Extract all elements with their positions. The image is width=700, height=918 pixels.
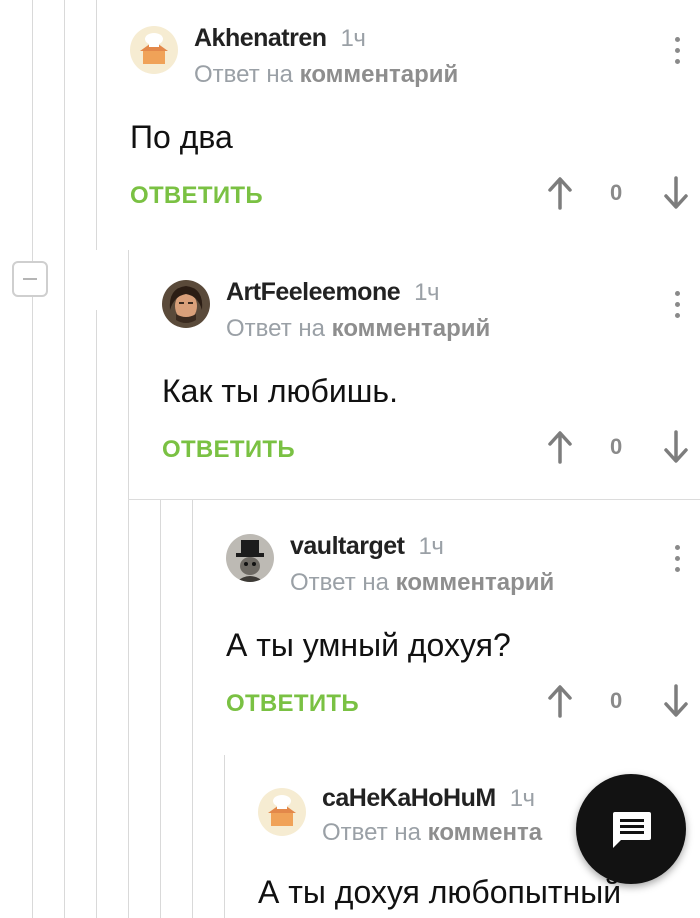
comment: Akhenatren 1ч Ответ на комментарий По два… — [130, 24, 700, 226]
vote-down-icon[interactable] — [663, 684, 689, 718]
reply-prefix: Ответ на — [322, 819, 421, 846]
author-name[interactable]: vaultarget — [290, 532, 405, 560]
reply-button[interactable]: ОТВЕТИТЬ — [226, 690, 359, 718]
avatar[interactable] — [226, 534, 274, 582]
more-menu-icon[interactable] — [670, 288, 684, 324]
comment-icon — [613, 812, 651, 848]
author-name[interactable]: caHeKaHoHuM — [322, 788, 496, 812]
reply-meta: Ответ на комментарий — [290, 569, 554, 597]
reply-button[interactable]: ОТВЕТИТЬ — [130, 182, 263, 210]
reply-meta: Ответ на коммента — [322, 819, 542, 847]
comment-time: 1ч — [509, 788, 535, 812]
vote-up-icon[interactable] — [547, 176, 573, 210]
reply-prefix: Ответ на — [226, 315, 325, 342]
comment-text: А ты умный дохуя? — [226, 627, 511, 663]
comment: vaultarget 1ч Ответ на комментарий А ты у… — [226, 532, 700, 734]
comment-actions: ОТВЕТИТЬ 0 — [226, 684, 700, 724]
vote-count: 0 — [610, 688, 623, 713]
comment-actions: ОТВЕТИТЬ 0 — [162, 430, 700, 470]
comment-time: 1ч — [418, 533, 444, 560]
thread-line — [96, 310, 97, 918]
minus-icon — [23, 278, 37, 280]
thread-line — [224, 755, 225, 918]
avatar[interactable] — [162, 280, 210, 328]
author-name[interactable]: Akhenatren — [194, 24, 327, 52]
top-hat-avatar-icon — [226, 534, 274, 582]
vote-down-icon[interactable] — [663, 430, 689, 464]
comment: ArtFeeleemone 1ч Ответ на комментарий Как… — [162, 278, 700, 480]
comment-divider — [128, 499, 700, 500]
reply-meta: Ответ на комментарий — [226, 315, 490, 343]
reply-button[interactable]: ОТВЕТИТЬ — [162, 436, 295, 464]
comment-actions: ОТВЕТИТЬ 0 — [130, 176, 700, 216]
reply-prefix: Ответ на — [290, 569, 389, 596]
reply-target-link[interactable]: комментарий — [332, 315, 491, 342]
thread-line — [160, 500, 161, 918]
more-menu-icon[interactable] — [670, 34, 684, 70]
reply-target-link[interactable]: комментарий — [396, 569, 555, 596]
comment-author[interactable]: ArtFeeleemone 1ч — [226, 278, 439, 307]
collapse-thread-button[interactable] — [12, 261, 48, 297]
comment-author[interactable]: vaultarget 1ч — [290, 532, 444, 561]
comment-time: 1ч — [414, 279, 439, 306]
vote-count: 0 — [610, 434, 623, 459]
reply-target-link[interactable]: коммента — [428, 819, 543, 846]
new-comment-button[interactable] — [576, 774, 686, 884]
comment-text: А ты дохуя любопытный — [258, 874, 622, 910]
comment-author[interactable]: caHeKaHoHuM 1ч — [322, 788, 535, 813]
house-chef-avatar-icon — [258, 788, 306, 836]
reply-target-link[interactable]: комментарий — [300, 61, 459, 88]
reply-meta: Ответ на комментарий — [194, 61, 458, 89]
comment-author[interactable]: Akhenatren 1ч — [194, 24, 366, 53]
avatar[interactable] — [130, 26, 178, 74]
thread-line — [128, 250, 129, 918]
man-portrait-avatar-icon — [162, 280, 210, 328]
thread-line — [96, 0, 97, 250]
vote-down-icon[interactable] — [663, 176, 689, 210]
reply-prefix: Ответ на — [194, 61, 293, 88]
avatar[interactable] — [258, 788, 306, 836]
comment-text: Как ты любишь. — [162, 373, 398, 409]
vote-count: 0 — [610, 180, 623, 205]
house-chef-avatar-icon — [130, 26, 178, 74]
vote-up-icon[interactable] — [547, 430, 573, 464]
thread-line — [192, 500, 193, 918]
more-menu-icon[interactable] — [670, 542, 684, 578]
author-name[interactable]: ArtFeeleemone — [226, 278, 401, 306]
vote-up-icon[interactable] — [547, 684, 573, 718]
comment-time: 1ч — [340, 25, 366, 52]
comment-text: По два — [130, 119, 233, 155]
thread-line — [32, 0, 33, 918]
thread-line — [64, 0, 65, 918]
